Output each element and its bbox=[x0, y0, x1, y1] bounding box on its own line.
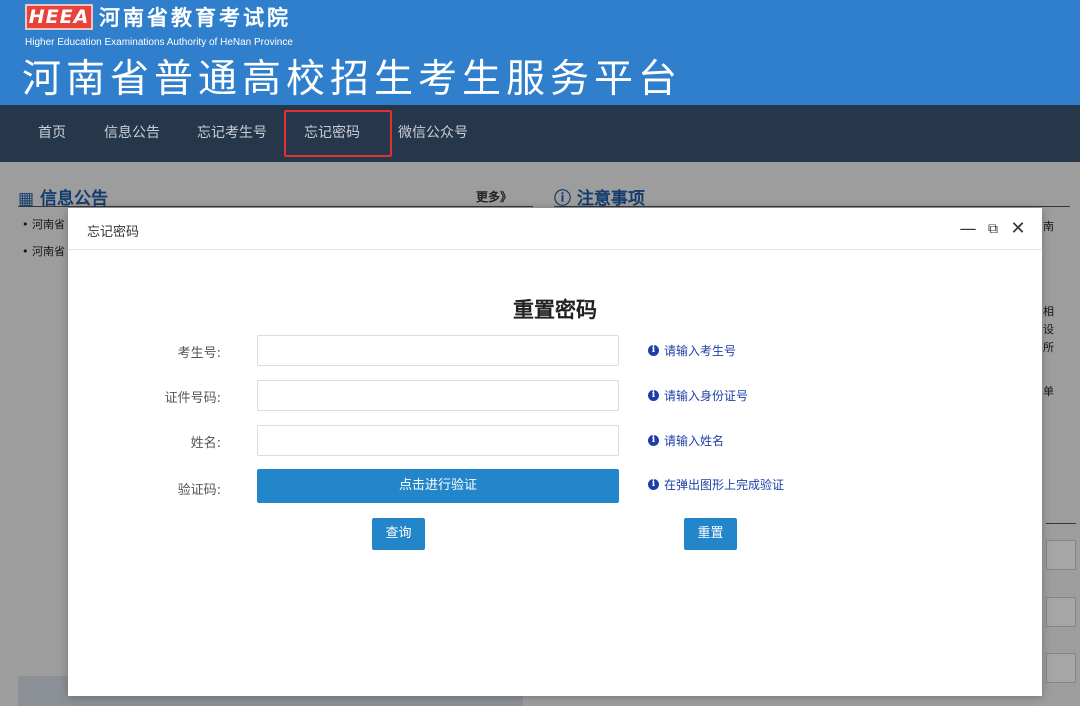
info-icon: i bbox=[648, 479, 659, 490]
maximize-icon[interactable]: ⧉ bbox=[983, 217, 1003, 241]
form-heading: 重置密码 bbox=[513, 298, 597, 322]
query-button[interactable]: 查询 bbox=[372, 518, 425, 550]
captcha-hint: i 在弹出图形上完成验证 bbox=[648, 476, 784, 493]
close-icon[interactable]: ✕ bbox=[1008, 217, 1028, 241]
site-header: HEEA 河南省教育考试院 Higher Education Examinati… bbox=[0, 0, 1080, 105]
nav-item-wechat[interactable]: 微信公众号 bbox=[398, 105, 468, 162]
id-number-label: 证件号码: bbox=[164, 391, 221, 406]
info-icon: i bbox=[648, 435, 659, 446]
name-hint: i 请输入姓名 bbox=[648, 432, 724, 449]
dialog-title: 忘记密码 bbox=[87, 225, 140, 240]
name-input[interactable] bbox=[257, 425, 619, 456]
id-number-hint: i 请输入身份证号 bbox=[648, 387, 748, 404]
exam-number-hint: i 请输入考生号 bbox=[648, 342, 736, 359]
dialog-header: 忘记密码 — ⧉ ✕ bbox=[68, 208, 1042, 250]
nav-item-home[interactable]: 首页 bbox=[38, 105, 66, 162]
captcha-verify-button[interactable]: 点击进行验证 bbox=[257, 469, 619, 503]
name-label: 姓名: bbox=[190, 436, 221, 451]
id-number-input[interactable] bbox=[257, 380, 619, 411]
logo-chinese-name: 河南省教育考试院 bbox=[99, 6, 291, 30]
reset-button[interactable]: 重置 bbox=[684, 518, 737, 550]
main-nav: 首页 信息公告 忘记考生号 忘记密码 微信公众号 bbox=[0, 105, 1080, 162]
nav-active-highlight bbox=[284, 110, 392, 157]
site-logo[interactable]: HEEA 河南省教育考试院 bbox=[25, 3, 291, 31]
captcha-label: 验证码: bbox=[177, 483, 221, 498]
forgot-password-dialog: 忘记密码 — ⧉ ✕ 重置密码 考生号: i 请输入考生号 证件号码: i 请输… bbox=[68, 208, 1042, 696]
site-title: 河南省普通高校招生考生服务平台 bbox=[22, 57, 683, 102]
exam-number-input[interactable] bbox=[257, 335, 619, 366]
exam-number-label: 考生号: bbox=[177, 346, 221, 361]
heea-logo-mark: HEEA bbox=[25, 4, 93, 30]
nav-item-notices[interactable]: 信息公告 bbox=[104, 105, 160, 162]
info-icon: i bbox=[648, 345, 659, 356]
info-icon: i bbox=[648, 390, 659, 401]
minimize-icon[interactable]: — bbox=[958, 217, 978, 241]
logo-english-name: Higher Education Examinations Authority … bbox=[25, 37, 293, 48]
nav-item-forgot-exam-number[interactable]: 忘记考生号 bbox=[197, 105, 267, 162]
